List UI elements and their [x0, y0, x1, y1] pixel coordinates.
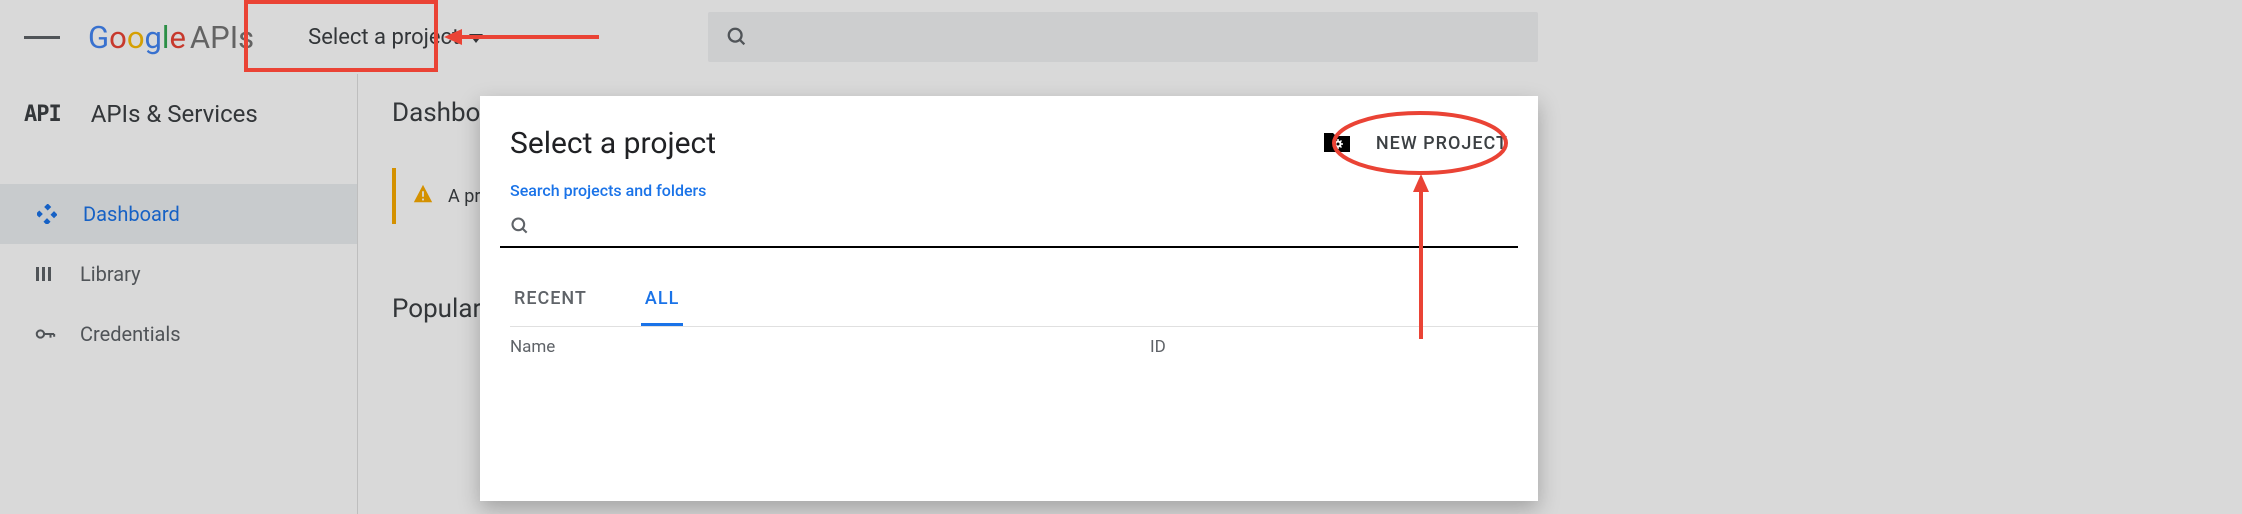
project-table-header: Name ID — [510, 337, 1508, 357]
new-project-button[interactable]: NEW PROJECT — [1376, 133, 1508, 154]
top-bar: Google APIs Select a project — [0, 0, 2242, 74]
sidebar-item-label: Credentials — [80, 322, 181, 346]
sidebar-item-label: Dashboard — [83, 202, 180, 226]
dialog-title: Select a project — [510, 126, 716, 161]
google-apis-logo[interactable]: Google APIs — [88, 19, 254, 56]
search-icon — [510, 216, 530, 236]
folder-settings-icon[interactable] — [1322, 129, 1352, 159]
project-search-row — [500, 206, 1518, 248]
search-icon — [726, 26, 748, 48]
caret-down-icon — [469, 25, 483, 50]
sidebar-item-label: Library — [80, 262, 141, 286]
sidebar-title: APIs & Services — [91, 100, 258, 128]
column-header-name: Name — [510, 337, 1150, 357]
sidebar-item-credentials[interactable]: Credentials — [0, 304, 357, 364]
project-search-input[interactable] — [538, 216, 1518, 237]
sidebar: API APIs & Services Dashboard Library Cr… — [0, 74, 358, 514]
project-selector-label: Select a project — [308, 25, 459, 50]
column-header-id: ID — [1150, 337, 1508, 357]
sidebar-heading: API APIs & Services — [0, 74, 357, 154]
sidebar-item-library[interactable]: Library — [0, 244, 357, 304]
search-field-label: Search projects and folders — [510, 181, 1538, 200]
global-search-input[interactable] — [708, 12, 1538, 62]
library-icon — [34, 264, 80, 284]
tab-all[interactable]: ALL — [641, 278, 683, 326]
diamonds-icon — [37, 204, 83, 224]
sidebar-item-dashboard[interactable]: Dashboard — [0, 184, 357, 244]
hamburger-menu-icon[interactable] — [24, 19, 60, 55]
select-project-dialog: Select a project NEW PROJECT Search proj… — [480, 96, 1538, 501]
api-icon: API — [24, 102, 61, 127]
logo-suffix: APIs — [190, 19, 254, 56]
key-icon — [34, 323, 80, 345]
project-selector-dropdown[interactable]: Select a project — [294, 12, 497, 62]
dialog-tabs: RECENT ALL — [510, 278, 1538, 327]
tab-recent[interactable]: RECENT — [510, 278, 591, 326]
warning-icon — [412, 183, 434, 210]
